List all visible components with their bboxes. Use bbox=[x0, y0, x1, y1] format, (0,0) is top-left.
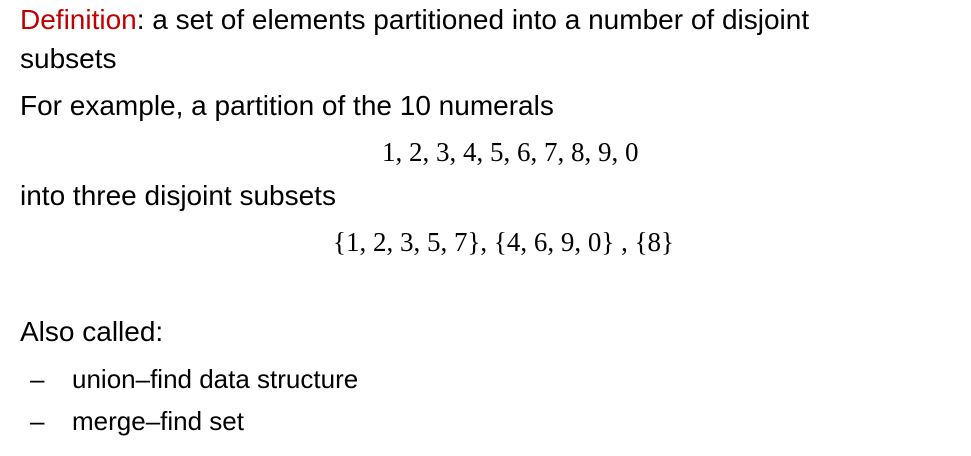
list-item: – union–find data structure bbox=[30, 366, 358, 392]
list-item-label: merge–find set bbox=[72, 406, 244, 436]
example-into-subsets: into three disjoint subsets bbox=[20, 180, 336, 211]
list-item: – merge–find set bbox=[30, 408, 244, 434]
subsets-list: {1, 2, 3, 5, 7}, {4, 6, 9, 0} , {8} bbox=[333, 227, 675, 257]
definition-text: : a set of elements partitioned into a n… bbox=[136, 4, 810, 35]
list-item-label: union–find data structure bbox=[72, 364, 359, 394]
numerals-list: 1, 2, 3, 4, 5, 6, 7, 8, 9, 0 bbox=[382, 137, 639, 167]
definition-line-1: Definition: a set of elements partitione… bbox=[20, 6, 809, 34]
definition-term: Definition bbox=[20, 4, 137, 35]
also-called-heading: Also called: bbox=[20, 316, 164, 347]
dash-bullet: – bbox=[30, 364, 45, 394]
example-intro: For example, a partition of the 10 numer… bbox=[20, 90, 554, 121]
dash-bullet: – bbox=[30, 406, 45, 436]
definition-line-2: subsets bbox=[20, 43, 117, 74]
